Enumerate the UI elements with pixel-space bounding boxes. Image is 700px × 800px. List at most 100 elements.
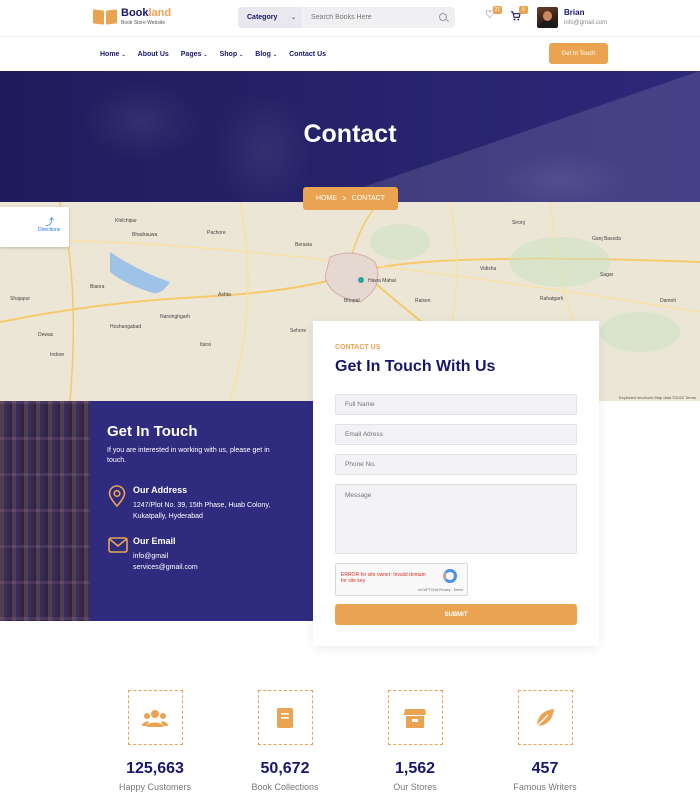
book-logo-icon xyxy=(93,8,117,26)
map-label: Khilchipur xyxy=(115,218,137,224)
stat-label: Famous Writers xyxy=(513,782,577,792)
stat-value: 457 xyxy=(531,760,559,777)
stat-label: Book Collections xyxy=(251,782,319,792)
stat-icon-box xyxy=(257,690,313,745)
message-field[interactable] xyxy=(335,484,577,554)
map-label: Berasia xyxy=(295,242,312,248)
form-kicker: CONTACT US xyxy=(335,344,381,351)
recaptcha-widget[interactable]: ERROR for site owner: Invalid domain for… xyxy=(335,563,468,596)
nav-item-pages[interactable]: Pages ⌄ xyxy=(181,51,208,58)
stat-famous-writers: 457 Famous Writers xyxy=(500,690,590,792)
location-pin-icon xyxy=(108,485,126,507)
leaf-icon xyxy=(536,708,554,726)
map-label: Rahatgarh xyxy=(540,296,564,302)
stat-icon-box xyxy=(387,690,443,745)
map-label: Itarsi xyxy=(200,342,211,348)
book-icon xyxy=(277,707,293,728)
map-pin-icon xyxy=(358,277,364,283)
map-credit[interactable]: Keyboard shortcuts Map data ©2022 Terms xyxy=(619,395,696,400)
nav-item-home[interactable]: Home ⌄ xyxy=(100,51,126,58)
map-label: Dewas xyxy=(38,332,54,338)
map-label: Pachore xyxy=(207,230,226,236)
form-title: Get In Touch With Us xyxy=(335,358,496,375)
address-title: Our Address xyxy=(133,485,188,495)
stat-value: 125,663 xyxy=(126,760,184,777)
map-label: Hoshangabad xyxy=(110,324,142,330)
users-icon xyxy=(142,709,168,727)
breadcrumb: HOME > CONTACT xyxy=(303,187,398,210)
full-name-field[interactable] xyxy=(335,394,577,415)
cart-button[interactable]: 5 xyxy=(510,6,528,24)
wishlist-count-badge: 21 xyxy=(492,6,502,14)
stat-icon-box xyxy=(517,690,573,745)
stat-our-stores: 1,562 Our Stores xyxy=(370,690,460,792)
stat-book-collections: 50,672 Book Collections xyxy=(240,690,330,792)
top-header: Bookland Book Store Website Category ⌄ ♡… xyxy=(0,0,700,36)
email-line-2[interactable]: services@gmail.com xyxy=(133,562,293,573)
stat-label: Happy Customers xyxy=(118,782,192,792)
store-icon xyxy=(404,708,426,728)
site-logo[interactable]: Bookland Book Store Website xyxy=(93,8,171,26)
category-dropdown[interactable]: Category ⌄ xyxy=(238,7,302,28)
mail-icon xyxy=(108,537,128,553)
captcha-sub[interactable]: reCAPTCHA Privacy - Terms xyxy=(418,588,463,592)
breadcrumb-separator-icon: > xyxy=(342,194,347,203)
get-in-touch-section: Get In Touch If you are interested in wo… xyxy=(0,401,313,621)
address-text: 1247/Plot No. 39, 15th Phase, Huab Colon… xyxy=(133,502,271,520)
cart-count-badge: 5 xyxy=(519,6,528,14)
touch-title: Get In Touch xyxy=(107,423,198,440)
avatar[interactable] xyxy=(537,7,558,28)
stat-icon-box xyxy=(127,690,183,745)
stat-value: 50,672 xyxy=(260,760,310,777)
recaptcha-icon xyxy=(443,569,457,583)
chevron-down-icon: ⌄ xyxy=(239,51,244,58)
breadcrumb-current: CONTACT xyxy=(351,195,385,202)
touch-description: If you are interested in working with us… xyxy=(107,447,270,464)
submit-button[interactable]: SUBMIT xyxy=(335,604,577,625)
nav-item-contact[interactable]: Contact Us xyxy=(289,51,326,58)
map-label: Sehore xyxy=(290,328,307,334)
map-label: Bhadrauwa xyxy=(132,232,158,238)
chevron-down-icon: ⌄ xyxy=(121,51,126,58)
map-label: Vidisha xyxy=(480,266,497,272)
map-label: Indore xyxy=(50,352,65,358)
chevron-down-icon: ⌄ xyxy=(203,51,208,58)
directions-box[interactable]: ⤴ Directions xyxy=(0,207,69,247)
search-bar: Category ⌄ xyxy=(238,7,455,28)
nav-item-shop[interactable]: Shop ⌄ xyxy=(220,51,244,58)
search-icon[interactable] xyxy=(439,13,447,21)
map-label: Biaora xyxy=(90,284,105,290)
map-label: Sagar xyxy=(600,272,614,278)
user-name[interactable]: Brian xyxy=(564,8,584,17)
page-hero: Contact xyxy=(0,71,700,202)
contact-form-card: CONTACT US Get In Touch With Us ERROR fo… xyxy=(313,321,599,646)
nav-item-blog[interactable]: Blog ⌄ xyxy=(255,51,277,58)
nav-item-about[interactable]: About Us xyxy=(138,51,169,58)
map-label: Ashta xyxy=(218,292,231,298)
captcha-error: ERROR for site owner: Invalid domain for… xyxy=(341,572,426,584)
phone-field[interactable] xyxy=(335,454,577,475)
map-label: Narsinghgarh xyxy=(160,314,191,320)
get-in-touch-button[interactable]: Get In Touch xyxy=(549,43,608,64)
breadcrumb-home[interactable]: HOME xyxy=(316,195,337,202)
directions-label: Directions xyxy=(38,227,61,233)
map-label: Ganj Basoda xyxy=(592,236,621,242)
logo-title: Bookland xyxy=(121,7,172,19)
stat-label: Our Stores xyxy=(393,782,437,792)
bookshelf-background xyxy=(0,401,90,621)
email-field[interactable] xyxy=(335,424,577,445)
category-label: Category xyxy=(247,14,278,21)
chevron-down-icon: ⌄ xyxy=(290,15,296,21)
email-title: Our Email xyxy=(133,536,176,546)
search-input[interactable] xyxy=(302,14,432,21)
chevron-down-icon: ⌄ xyxy=(272,51,278,58)
nav-links: Home ⌄ About Us Pages ⌄ Shop ⌄ Blog ⌄ Contac… xyxy=(100,37,326,72)
email-line-1[interactable]: info@gmail xyxy=(133,551,293,562)
user-email: info@gmail.com xyxy=(564,20,608,26)
wishlist-button[interactable]: ♡ 21 xyxy=(485,6,502,21)
stat-value: 1,562 xyxy=(394,760,436,777)
logo-subtitle: Book Store Website xyxy=(121,20,166,26)
map-label: Sironj xyxy=(512,220,525,226)
map-label: Bhopal xyxy=(344,298,360,304)
map-label: Shajapur xyxy=(10,296,31,302)
